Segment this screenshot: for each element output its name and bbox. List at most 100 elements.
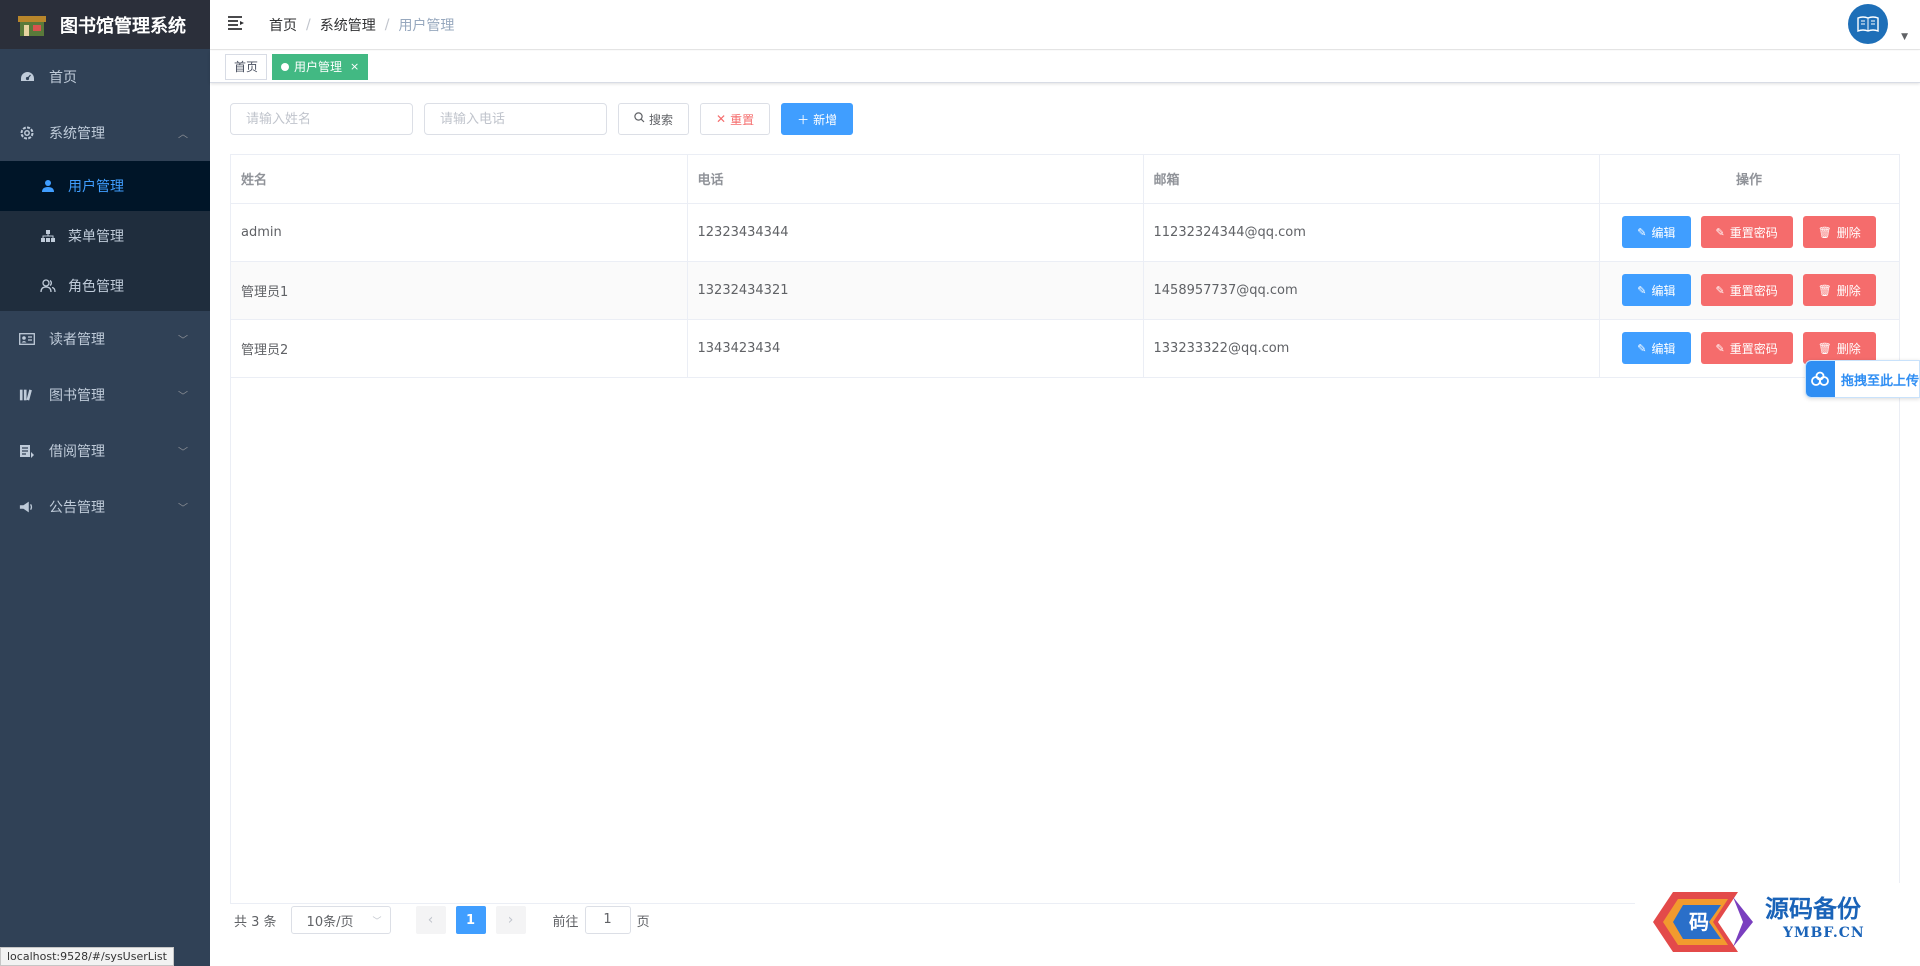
drag-upload-widget[interactable]: 拖拽至此上传 [1805,360,1920,398]
pagination-total: 共 3 条 [234,914,277,930]
chevron-down-icon: ﹀ [372,916,382,927]
close-icon[interactable]: × [350,55,359,79]
reset-password-label: 重置密码 [1729,225,1778,240]
chevron-left-icon: ‹ [427,912,434,928]
page-size-select[interactable]: 10条/页 ﹀ [290,906,391,934]
sidebar-item-label: 系统管理 [49,126,105,142]
upload-widget-label: 拖拽至此上传 [1840,373,1919,389]
tag-user-management[interactable]: 用户管理 × [272,53,369,80]
tree-icon [40,228,56,244]
cell-actions: ✎ 编辑 ✎ 重置密码 🗑 删除 [1599,261,1900,320]
breadcrumb-system[interactable]: 系统管理 [320,15,376,35]
watermark: 码 源码备份 YMBF.CN [1635,883,1920,966]
column-header-email: 邮箱 [1143,155,1600,204]
reset-password-button[interactable]: ✎ 重置密码 [1700,274,1793,306]
edit-icon: ✎ [1715,225,1725,239]
watermark-title: 源码备份 [1765,894,1861,923]
column-header-actions: 操作 [1599,155,1900,204]
reset-password-button[interactable]: ✎ 重置密码 [1700,216,1793,248]
chevron-down-icon: ﹀ [178,447,188,459]
breadcrumb-home[interactable]: 首页 [269,15,297,35]
jump-suffix: 页 [636,914,650,930]
prev-page-button[interactable]: ‹ [415,906,446,934]
phone-search-input[interactable] [424,103,607,135]
edit-button[interactable]: ✎ 编辑 [1622,274,1691,306]
watermark-logo: 码 [1653,892,1753,952]
sidebar-item-label: 菜单管理 [68,229,124,245]
add-button[interactable]: ＋ 新增 [781,103,854,135]
cell-email: 11232324344@qq.com [1143,203,1600,262]
caret-down-icon[interactable]: ▼ [1901,32,1908,42]
chevron-right-icon: › [507,912,514,928]
table-row: admin 12323434344 11232324344@qq.com ✎ 编辑… [231,203,1900,262]
reset-password-label: 重置密码 [1729,341,1778,356]
close-icon: ✕ [716,112,727,126]
id-card-icon [19,331,35,347]
tags-view: 首页 用户管理 × [210,51,1920,83]
sidebar-item-label: 读者管理 [49,332,105,348]
table-header-row: 姓名 电话 邮箱 操作 [231,155,1900,204]
trash-icon: 🗑 [1817,341,1832,355]
sidebar-item-reader[interactable]: 读者管理 ﹀ [0,311,210,367]
plus-icon: ＋ [797,112,810,127]
reset-password-button[interactable]: ✎ 重置密码 [1700,332,1793,364]
delete-button-label: 删除 [1836,225,1861,240]
gear-icon [19,125,35,141]
cell-name: admin [231,203,688,262]
pagination: 共 3 条 10条/页 ﹀ ‹ 1 › 前往 1 页 [234,905,650,935]
hamburger-icon[interactable] [227,15,247,35]
svg-text:码: 码 [1689,910,1709,934]
avatar[interactable] [1848,4,1888,44]
reset-button[interactable]: ✕ 重置 [700,103,771,135]
delete-button[interactable]: 🗑 删除 [1802,274,1876,306]
cloud-icon [1806,361,1835,397]
add-button-label: 新增 [813,112,838,127]
search-icon [634,112,645,126]
sidebar-item-announcement[interactable]: 公告管理 ﹀ [0,479,210,535]
sidebar-item-user-management[interactable]: 用户管理 [0,161,210,211]
tag-home[interactable]: 首页 [225,53,268,80]
sidebar-item-menu-management[interactable]: 菜单管理 [0,211,210,261]
edit-button-label: 编辑 [1651,341,1676,356]
library-logo-icon [18,12,46,38]
breadcrumb: 首页 / 系统管理 / 用户管理 [269,15,454,35]
delete-button[interactable]: 🗑 删除 [1802,216,1876,248]
edit-button-label: 编辑 [1651,225,1676,240]
sidebar-item-system[interactable]: 系统管理 ︿ [0,105,210,161]
cell-phone: 12323434344 [687,203,1144,262]
cell-name: 管理员1 [231,261,688,320]
people-icon [40,278,56,294]
page-size-value: 10条/页 [306,914,354,930]
name-search-input[interactable] [230,103,413,135]
next-page-button[interactable]: › [495,906,526,934]
search-button[interactable]: 搜索 [618,103,690,135]
chevron-up-icon: ︿ [178,129,188,141]
edit-icon: ✎ [1637,225,1647,239]
cell-email: 133233322@qq.com [1143,319,1600,378]
edit-button[interactable]: ✎ 编辑 [1622,216,1691,248]
app-title: 图书馆管理系统 [60,15,186,37]
submenu-system: 用户管理 菜单管理 角色管理 [0,161,210,311]
sidebar-item-home[interactable]: 首页 [0,49,210,105]
edit-icon: ✎ [1715,283,1725,297]
sidebar-item-borrow[interactable]: 借阅管理 ﹀ [0,423,210,479]
table-row: 管理员1 13232434321 1458957737@qq.com ✎ 编辑 ✎ 重… [231,261,1900,320]
logo-bar[interactable]: 图书馆管理系统 [0,0,210,49]
sidebar-item-books[interactable]: 图书管理 ﹀ [0,367,210,423]
user-table: 姓名 电话 邮箱 操作 admin 12323434344 1123232434… [230,154,1900,904]
jump-prefix: 前往 [552,914,579,930]
chevron-down-icon: ﹀ [178,503,188,515]
cell-actions: ✎ 编辑 ✎ 重置密码 🗑 删除 [1599,203,1900,262]
tag-label: 首页 [234,59,259,74]
borrow-icon [19,443,35,459]
reset-button-label: 重置 [730,112,755,127]
edit-button[interactable]: ✎ 编辑 [1622,332,1691,364]
trash-icon: 🗑 [1817,283,1832,297]
edit-icon: ✎ [1637,341,1647,355]
sidebar-item-role-management[interactable]: 角色管理 [0,261,210,311]
watermark-domain: YMBF.CN [1783,925,1865,941]
jump-page-input[interactable]: 1 [584,906,631,934]
table-row: 管理员2 1343423434 133233322@qq.com ✎ 编辑 ✎ 重置密… [231,319,1900,378]
page-number-button[interactable]: 1 [455,906,486,934]
sidebar-item-label: 用户管理 [68,179,124,195]
